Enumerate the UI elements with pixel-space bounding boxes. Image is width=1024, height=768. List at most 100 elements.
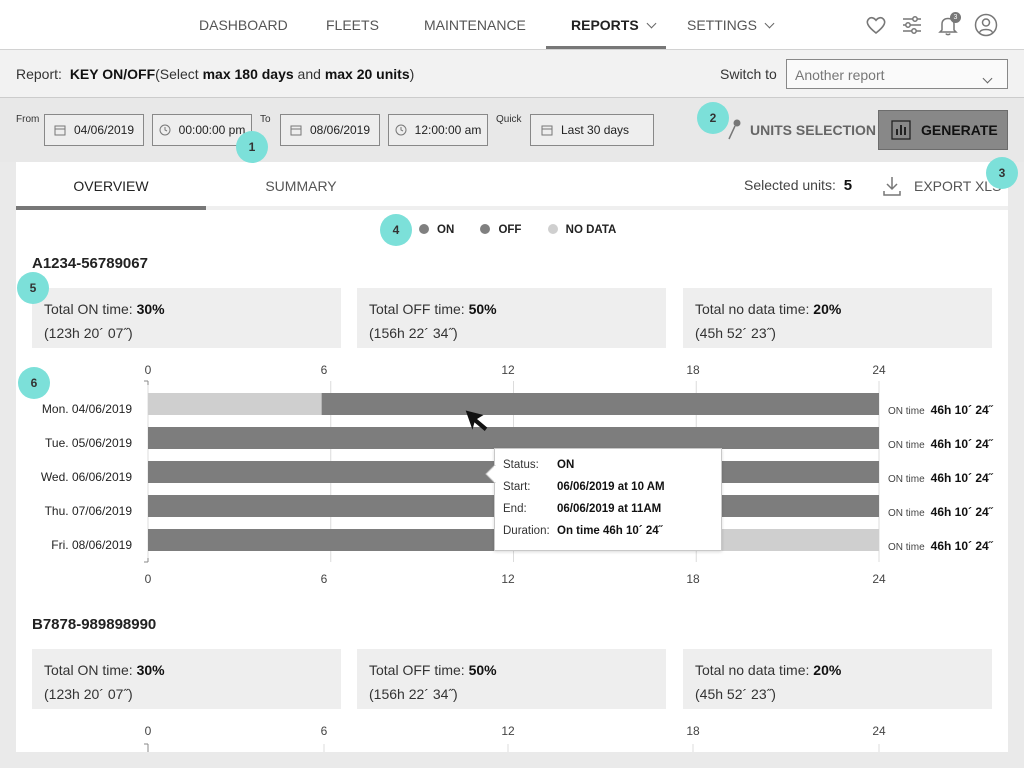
heart-icon[interactable] [863, 12, 889, 38]
row-on-time-value: 46h 10´ 24˝ [930, 505, 993, 519]
day-label: Thu. 07/06/2019 [44, 504, 132, 518]
stat-percent: 20% [813, 301, 842, 317]
row-on-time: ON time 46h 10´ 24˝ [888, 539, 993, 553]
switch-report-select[interactable]: Another report [786, 59, 1008, 89]
day-label: Fri. 08/06/2019 [51, 538, 132, 552]
selected-units: Selected units: 5 [744, 177, 852, 194]
nav-dashboard[interactable]: DASHBOARD [199, 0, 288, 50]
annotation-badge-1: 1 [236, 131, 268, 163]
report-title: Report: KEY ON/OFF(Select max 180 days a… [16, 66, 414, 82]
report-name: KEY ON/OFF [69, 66, 156, 82]
row-on-time: ON time 46h 10´ 24˝ [888, 437, 993, 451]
units-selection-button[interactable]: UNITS SELECTION [724, 116, 876, 144]
bar-chart-icon [891, 120, 911, 140]
from-date-field[interactable]: 04/06/2019 [44, 114, 144, 146]
tooltip-end-label: End: [503, 503, 527, 515]
axis-tick-bottom: 24 [872, 572, 886, 586]
from-time-value: 00:00:00 pm [178, 123, 246, 137]
to-date-value: 08/06/2019 [309, 123, 371, 137]
tooltip-start-row: Start: 06/06/2019 at 10 AM [503, 479, 721, 501]
report-hint-days: max 180 days [202, 66, 294, 82]
stat-percent: 30% [136, 301, 165, 317]
row-on-time-value: 46h 10´ 24˝ [930, 539, 993, 553]
chevron-down-icon [982, 73, 993, 84]
annotation-badge-6: 6 [18, 367, 50, 399]
tooltip-start-label: Start: [503, 481, 531, 493]
export-xls-button[interactable]: EXPORT XLS [882, 174, 1001, 198]
axis-tick-bottom: 6 [320, 572, 328, 586]
row-on-time-label: ON time [888, 474, 925, 485]
mouse-cursor-icon [465, 410, 488, 432]
axis-tick-top: 6 [320, 363, 328, 377]
tab-overview[interactable]: OVERVIEW [16, 162, 206, 210]
report-header-bar: Report: KEY ON/OFF(Select max 180 days a… [0, 50, 1024, 98]
nav-fleets[interactable]: FLEETS [326, 0, 379, 50]
sliders-icon[interactable] [899, 12, 925, 38]
tooltip-duration-value: On time 46h 10´ 24˝ [557, 525, 663, 537]
timeline-segment-no-data[interactable] [148, 393, 322, 415]
row-on-time-label: ON time [888, 440, 925, 451]
axis-tick-top: 18 [686, 363, 700, 377]
timeline-segment-on[interactable] [321, 393, 879, 415]
units-selection-label: UNITS SELECTION [750, 122, 877, 138]
timeline-segment-on[interactable] [148, 427, 879, 449]
selected-units-count: 5 [843, 177, 853, 194]
tooltip-status-value: ON [557, 459, 575, 471]
stat-no-data-time: Total no data time: 20% (45h 52´ 23˝) [683, 649, 992, 709]
stat-label: Total no data time: [695, 301, 814, 317]
stat-label: Total ON time: [44, 662, 137, 678]
nav-maintenance[interactable]: MAINTENANCE [424, 0, 526, 50]
row-on-time: ON time 46h 10´ 24˝ [888, 403, 993, 417]
nav-settings-label: SETTINGS [687, 17, 758, 33]
calendar-icon [54, 125, 66, 136]
switch-to-label: Switch to [720, 66, 777, 82]
nav-reports-label: REPORTS [571, 17, 639, 33]
timeline-segment-no-data[interactable] [702, 529, 879, 551]
tooltip-pointer [485, 465, 496, 483]
stat-duration: (123h 20´ 07˝) [44, 325, 133, 341]
stat-percent: 20% [813, 662, 842, 678]
row-on-time: ON time 46h 10´ 24˝ [888, 505, 993, 519]
tab-summary[interactable]: SUMMARY [206, 162, 396, 210]
legend-swatch-no-data [547, 224, 558, 234]
from-label: From [16, 114, 40, 125]
stat-duration: (123h 20´ 07˝) [44, 686, 133, 702]
annotation-badge-2: 2 [697, 102, 729, 134]
stat-off-time: Total OFF time: 50% (156h 22´ 34˝) [357, 649, 666, 709]
annotation-badge-3: 3 [986, 157, 1018, 189]
calendar-icon [541, 125, 553, 136]
stat-percent: 30% [136, 662, 165, 678]
user-avatar-icon[interactable] [973, 12, 999, 38]
generate-button[interactable]: GENERATE [878, 110, 1008, 150]
quick-range-value: Last 30 days [561, 123, 630, 137]
nav-settings[interactable]: SETTINGS [687, 0, 775, 50]
to-time-field[interactable]: 12:00:00 am [388, 114, 488, 146]
to-time-value: 12:00:00 am [414, 123, 482, 137]
quick-range-select[interactable]: Last 30 days [530, 114, 654, 146]
unit-title: A1234-56789067 [32, 255, 148, 272]
generate-label: GENERATE [921, 122, 998, 138]
stat-on-line: Total ON time: 30% [44, 658, 329, 682]
stat-label: Total ON time: [44, 301, 137, 317]
switch-report-placeholder: Another report [795, 67, 885, 83]
annotation-badge-4: 4 [380, 214, 412, 246]
axis-tick-top: 0 [144, 363, 152, 377]
stat-off-line: Total OFF time: 50% [369, 297, 654, 321]
stat-label: Total OFF time: [369, 301, 469, 317]
tooltip-end-value: 06/06/2019 at 11AM [557, 503, 662, 515]
axis-tick-top: 12 [501, 363, 515, 377]
nav-reports[interactable]: REPORTS [546, 0, 666, 49]
calendar-icon [290, 125, 302, 136]
legend-swatch-off [480, 224, 491, 234]
tooltip-status-label: Status: [503, 459, 539, 471]
to-label: To [260, 114, 271, 125]
day-label: Tue. 05/06/2019 [45, 436, 132, 450]
row-on-time-value: 46h 10´ 24˝ [930, 471, 993, 485]
stat-off-line: Total OFF time: 50% [369, 658, 654, 682]
to-date-field[interactable]: 08/06/2019 [280, 114, 380, 146]
quick-label: Quick [496, 114, 522, 125]
tooltip-duration-row: Duration: On time 46h 10´ 24˝ [503, 523, 721, 545]
report-hint-units: max 20 units [324, 66, 410, 82]
stat-duration: (45h 52´ 23˝) [695, 325, 776, 341]
tooltip-end-row: End: 06/06/2019 at 11AM [503, 501, 721, 523]
